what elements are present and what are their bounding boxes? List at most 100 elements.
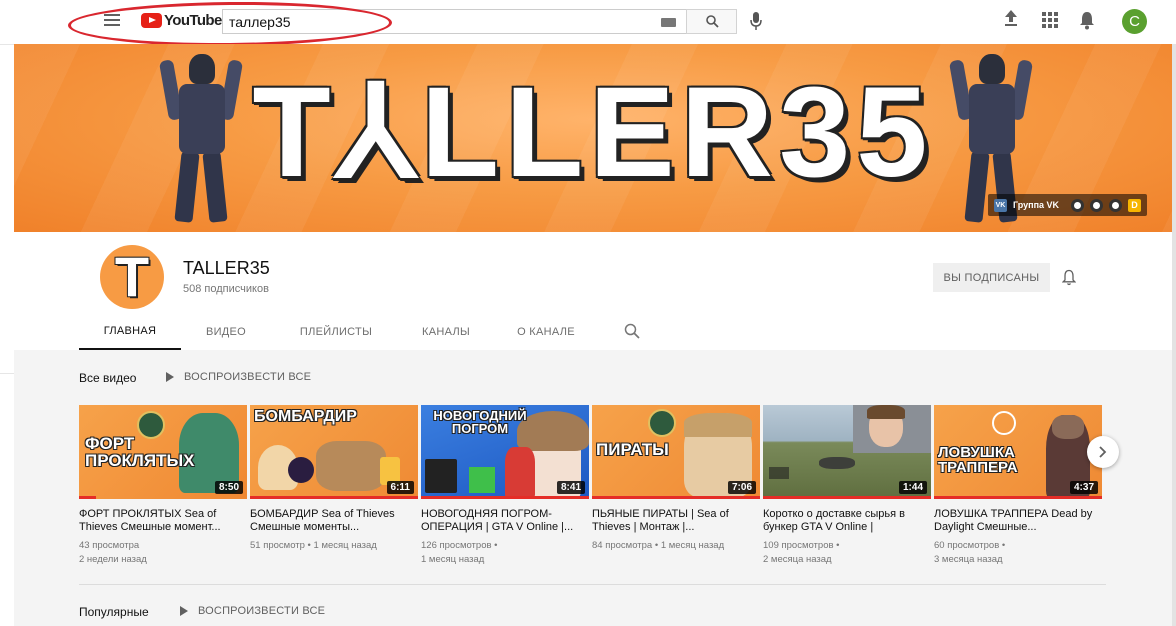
video-age: 2 месяца назад [763,554,832,565]
apps-grid-icon[interactable] [1042,12,1058,28]
menu-icon[interactable] [102,11,122,29]
thumbnail-caption: ЛОВУШКА ТРАППЕРА [938,444,1018,476]
thumbnail-caption: ФОРТ ПРОКЛЯТЫХ [85,434,195,470]
video-title[interactable]: ФОРТ ПРОКЛЯТЫХ Sea of Thieves Смешные мо… [79,508,247,534]
donation-icon[interactable]: D [1128,198,1142,212]
video-thumbnail[interactable]: 1:44 [763,405,931,499]
channel-header: T TALLER35 508 подписчиков ВЫ ПОДПИСАНЫ … [14,232,1172,350]
video-meta: 84 просмотра • 1 месяц назад [592,540,725,551]
steam-icon[interactable] [1109,198,1123,212]
watch-progress [763,496,931,499]
thumbnail-caption: НОВОГОДНИЙ ПОГРОМ [433,408,527,436]
channel-name: TALLER35 [183,258,270,278]
microphone-icon[interactable] [749,11,763,31]
soldier-figure-left [158,54,244,224]
tab-channels[interactable]: КАНАЛЫ [401,314,491,350]
video-card[interactable]: ПИРАТЫ 7:06 ПЬЯНЫЕ ПИРАТЫ | Sea of Thiev… [592,405,760,553]
bell-icon[interactable] [1062,269,1076,286]
video-thumbnail[interactable]: ЛОВУШКА ТРАППЕРА 4:37 [934,405,1102,499]
search-icon [706,15,719,28]
play-icon [180,606,188,616]
video-thumbnail[interactable]: НОВОГОДНИЙ ПОГРОМ 8:41 [421,405,589,499]
channel-avatar-letter: T [114,245,150,308]
upload-icon[interactable] [1003,9,1019,27]
watch-progress [592,496,760,499]
tab-about[interactable]: О КАНАЛЕ [491,314,601,350]
channel-content: Все видео ВОСПРОИЗВЕСТИ ВСЕ ФОРТ ПРОКЛЯТ… [14,350,1172,626]
video-title[interactable]: НОВОГОДНЯЯ ПОГРОМ-ОПЕРАЦИЯ | GTA V Onlin… [421,508,589,534]
video-views: 60 просмотров [934,540,1000,551]
vk-icon[interactable]: VK [994,198,1007,212]
watch-progress [421,496,589,499]
thumbnail-caption: БОМБАРДИР [254,408,357,425]
vk-group-link[interactable]: Группа VK [1013,200,1059,210]
search-input[interactable] [223,10,643,33]
shelf-next-button[interactable] [1087,436,1119,468]
video-views: 84 просмотра [592,540,653,551]
left-edge [0,44,14,626]
video-title[interactable]: ПЬЯНЫЕ ПИРАТЫ | Sea of Thieves | Монтаж … [592,508,760,534]
tab-home[interactable]: ГЛАВНАЯ [79,314,181,350]
watch-progress [250,496,418,499]
play-all-label: ВОСПРОИЗВЕСТИ ВСЕ [184,371,312,383]
video-views: 51 просмотр [250,540,305,551]
video-meta: 60 просмотров • 3 месяца назад [934,539,1102,567]
play-all-button[interactable]: ВОСПРОИЗВЕСТИ ВСЕ [166,371,311,383]
video-duration: 6:11 [386,481,414,494]
video-duration: 4:37 [1069,481,1098,494]
video-views: 109 просмотров [763,540,834,551]
video-card[interactable]: БОМБАРДИР 6:11 БОМБАРДИР Sea of Thieves … [250,405,418,553]
youtube-channel-page: YouTube RU [0,0,1176,626]
section-title-all-videos[interactable]: Все видео [79,371,136,385]
video-duration: 7:06 [727,481,756,494]
channel-tabs: ГЛАВНАЯ ВИДЕО ПЛЕЙЛИСТЫ КАНАЛЫ О КАНАЛЕ [79,314,640,350]
video-duration: 8:50 [214,481,243,494]
keyboard-icon[interactable] [661,18,676,27]
masthead: YouTube RU [0,0,1176,48]
search-box [222,9,686,34]
banner-links: VK Группа VK D [988,194,1148,216]
video-age: 3 месяца назад [934,554,1003,565]
watch-progress [79,496,96,499]
watch-progress [934,496,1102,499]
notifications-bell-icon[interactable] [1079,11,1095,30]
channel-banner: T⅄LLER35 VK Группа VK D [14,44,1172,232]
channel-avatar[interactable]: T [100,245,164,309]
video-age: 1 месяц назад [313,540,377,551]
page-scrollbar[interactable] [1172,44,1176,626]
video-title[interactable]: ЛОВУШКА ТРАППЕРА Dead by Daylight Смешны… [934,508,1102,534]
tab-playlists[interactable]: ПЛЕЙЛИСТЫ [271,314,401,350]
user-avatar[interactable]: C [1122,9,1147,34]
video-age: 1 месяц назад [421,554,485,565]
search-button[interactable] [686,9,737,34]
video-thumbnail[interactable]: БОМБАРДИР 6:11 [250,405,418,499]
steam-icon[interactable] [1090,198,1104,212]
video-thumbnail[interactable]: ПИРАТЫ 7:06 [592,405,760,499]
section-title-popular[interactable]: Популярные [79,605,149,619]
logo-text: YouTube [164,12,222,29]
video-age: 2 недели назад [79,554,147,565]
tab-videos[interactable]: ВИДЕО [181,314,271,350]
youtube-logo[interactable]: YouTube RU [141,11,234,29]
video-title[interactable]: Коротко о доставке сырья в бункер GTA V … [763,508,931,534]
subscribed-button[interactable]: ВЫ ПОДПИСАНЫ [933,263,1050,292]
video-duration: 8:41 [556,481,585,494]
video-age: 1 месяц назад [660,540,725,551]
youtube-play-icon [141,13,162,28]
channel-search-icon[interactable] [624,323,640,339]
play-all-popular-button[interactable]: ВОСПРОИЗВЕСТИ ВСЕ [180,605,325,617]
video-views: 126 просмотров [421,540,492,551]
video-card[interactable]: НОВОГОДНИЙ ПОГРОМ 8:41 НОВОГОДНЯЯ ПОГРОМ… [421,405,589,567]
video-card[interactable]: ФОРТ ПРОКЛЯТЫХ 8:50 ФОРТ ПРОКЛЯТЫХ Sea o… [79,405,247,567]
video-meta: 51 просмотр • 1 месяц назад [250,540,377,551]
video-title[interactable]: БОМБАРДИР Sea of Thieves Смешные моменты… [250,508,418,534]
video-meta: 109 просмотров • 2 месяца назад [763,539,931,567]
video-card[interactable]: 1:44 Коротко о доставке сырья в бункер G… [763,405,931,567]
play-all-label: ВОСПРОИЗВЕСТИ ВСЕ [198,605,326,617]
video-card[interactable]: ЛОВУШКА ТРАППЕРА 4:37 ЛОВУШКА ТРАППЕРА D… [934,405,1102,567]
section-divider [79,584,1106,585]
video-duration: 1:44 [898,481,927,494]
video-thumbnail[interactable]: ФОРТ ПРОКЛЯТЫХ 8:50 [79,405,247,499]
steam-icon[interactable] [1071,198,1085,212]
play-icon [166,372,174,382]
